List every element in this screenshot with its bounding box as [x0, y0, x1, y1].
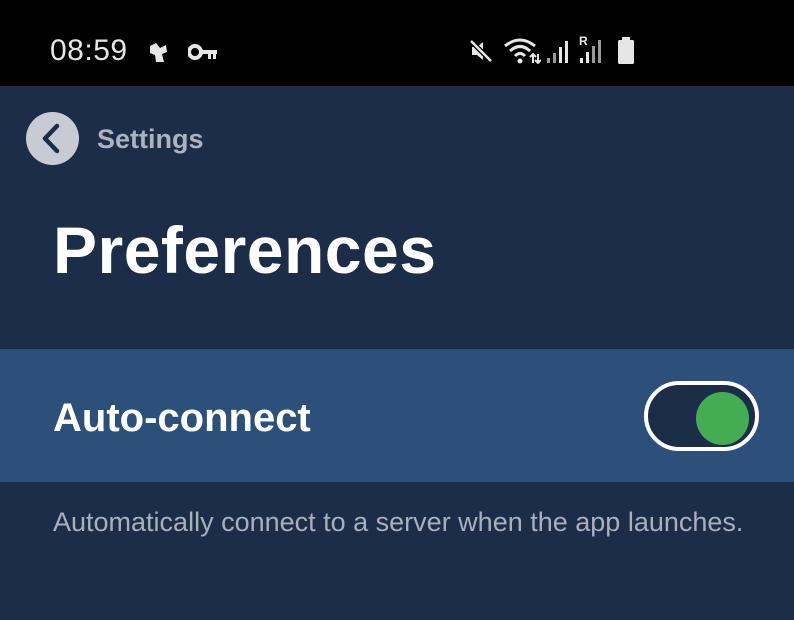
back-label[interactable]: Settings: [97, 124, 204, 155]
wifi-icon: [503, 36, 541, 64]
back-button[interactable]: [26, 112, 79, 165]
status-bar: 08:59 R: [0, 0, 794, 86]
notification-icon: [146, 40, 172, 66]
mute-icon: [468, 38, 494, 64]
auto-connect-label: Auto-connect: [53, 396, 311, 440]
chevron-left-icon: [42, 123, 60, 154]
toggle-knob: [696, 392, 749, 445]
roaming-signal-icon: R: [578, 34, 606, 64]
auto-connect-toggle[interactable]: [644, 381, 759, 451]
signal-icon: [546, 40, 572, 64]
auto-connect-description: Automatically connect to a server when t…: [53, 507, 744, 537]
status-time: 08:59: [50, 34, 128, 67]
roaming-label: R: [579, 34, 588, 48]
page-title: Preferences: [53, 213, 437, 287]
battery-icon: [617, 37, 635, 65]
vpn-key-icon: [188, 42, 218, 62]
